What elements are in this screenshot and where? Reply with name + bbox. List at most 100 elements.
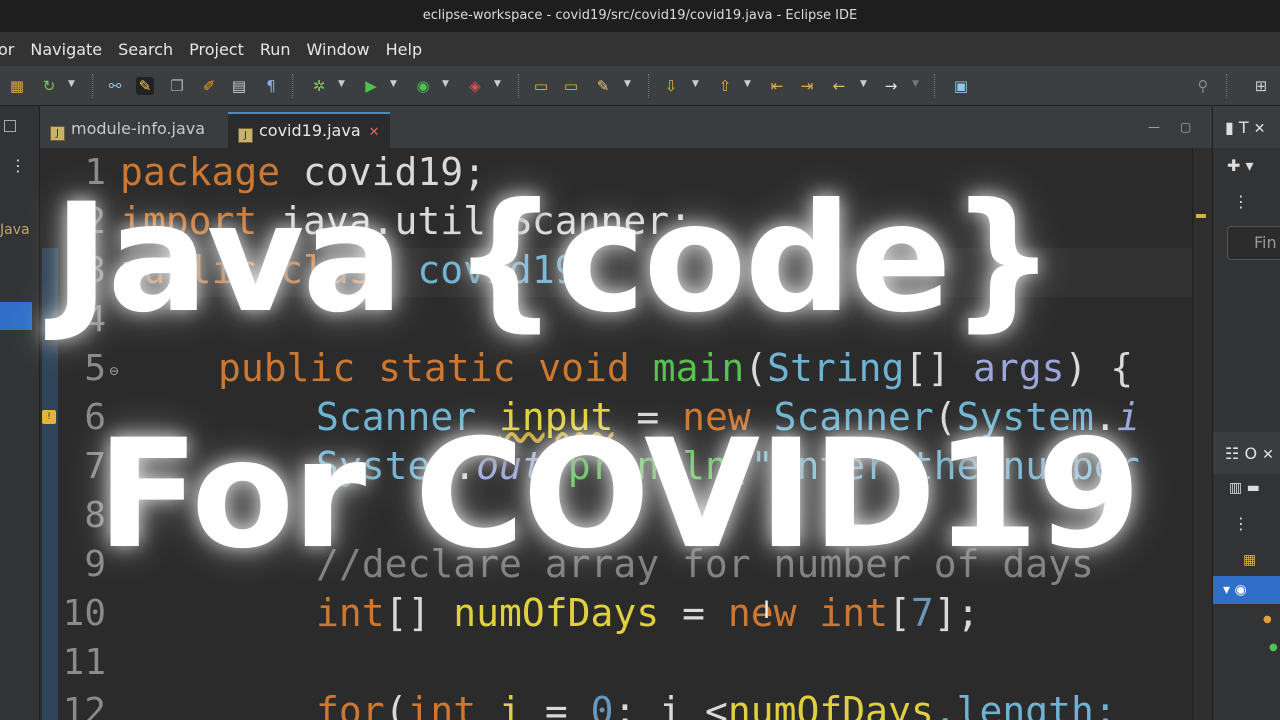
open-type-icon[interactable]: ▭ <box>562 77 580 95</box>
back-icon[interactable]: ← <box>830 77 848 95</box>
chevron-down-icon[interactable]: ▼ <box>68 79 75 89</box>
param-name: args <box>973 346 1065 390</box>
number-literal: 0 <box>590 689 614 720</box>
new-window-icon[interactable]: ▣ <box>952 77 970 95</box>
minimize-icon[interactable]: — <box>1148 120 1160 134</box>
forward-edit-icon[interactable]: ⇥ <box>798 77 816 95</box>
chevron-down-icon[interactable]: ▼ <box>744 79 751 89</box>
toolbar-separator <box>292 74 293 98</box>
grid-icon[interactable]: ▦ <box>8 77 26 95</box>
overlay-title-line1: Java {code} <box>53 172 1057 346</box>
brush-icon[interactable]: ✎ <box>594 77 612 95</box>
new-task-icon[interactable]: ✚ ▾ <box>1227 156 1254 175</box>
highlight-icon[interactable]: ✎ <box>136 77 154 95</box>
variable-name: i <box>476 689 522 720</box>
code-line-10: int[] numOfDays = new int[7]; <box>316 591 980 635</box>
maximize-icon[interactable]: ▢ <box>1180 120 1191 134</box>
menu-project[interactable]: Project <box>181 40 252 59</box>
prev-annotation-icon[interactable]: ⇧ <box>716 77 734 95</box>
task-list-header: ▮ T ✕ <box>1213 106 1280 148</box>
toolbar-separator <box>1226 74 1227 98</box>
menu-run[interactable]: Run <box>252 40 299 59</box>
menu-search[interactable]: Search <box>110 40 181 59</box>
toolbar-separator <box>648 74 649 98</box>
pilcrow-icon[interactable]: ¶ <box>262 77 280 95</box>
code-text: ( <box>384 689 408 720</box>
code-text: ( <box>744 346 768 390</box>
chevron-down-icon[interactable]: ▼ <box>860 79 867 89</box>
keyword: public static void <box>218 346 653 390</box>
panel-icon: ▮ <box>1225 118 1234 137</box>
close-icon[interactable]: ✕ <box>1262 447 1274 463</box>
page-icon[interactable]: ▤ <box>230 77 248 95</box>
next-annotation-icon[interactable]: ⇩ <box>662 77 680 95</box>
method-icon[interactable]: ● <box>1269 642 1278 653</box>
code-text: ; i < <box>613 689 728 720</box>
tab-covid19[interactable]: Jcovid19.java ✕ <box>228 112 390 148</box>
chevron-down-icon[interactable]: ▼ <box>338 79 345 89</box>
menu-help[interactable]: Help <box>378 40 430 59</box>
perspective-icon[interactable]: ⊞ <box>1252 77 1270 95</box>
code-text: [] <box>384 591 454 635</box>
window-title: eclipse-workspace - covid19/src/covid19/… <box>0 0 1280 32</box>
panel-label[interactable]: T <box>1239 118 1249 137</box>
tab-label: module-info.java <box>71 119 206 138</box>
edit-icon[interactable]: ✐ <box>200 77 218 95</box>
code-text: [ <box>887 591 911 635</box>
java-file-icon: J <box>238 128 253 143</box>
menu-editor[interactable]: or <box>0 40 22 59</box>
keyword: int <box>796 591 888 635</box>
code-line-5: public static void main(String[] args) { <box>218 346 1133 390</box>
method-name: main <box>652 346 745 390</box>
run-coverage-icon[interactable]: ◉ <box>414 77 432 95</box>
chevron-down-icon[interactable]: ▼ <box>624 79 631 89</box>
line-number: 5 <box>84 348 106 389</box>
code-text: [] <box>904 346 974 390</box>
tab-module-info[interactable]: Jmodule-info.java <box>40 112 215 148</box>
view-menu-icon[interactable]: ⋮ <box>1233 192 1249 211</box>
toolbar-separator <box>92 74 93 98</box>
tab-label: covid19.java <box>259 121 361 140</box>
keyword: for <box>316 689 385 720</box>
refresh-icon[interactable]: ↻ <box>40 77 58 95</box>
field-icon[interactable]: ● <box>1263 614 1272 625</box>
fold-marker-icon[interactable]: ⊖ <box>109 364 119 378</box>
chevron-down-icon[interactable]: ▼ <box>442 79 449 89</box>
keyword: int <box>407 689 477 720</box>
code-line-12: for(int i = 0; i <numOfDays.length; <box>316 689 1117 720</box>
code-text: = <box>659 591 728 635</box>
search-icon[interactable]: ⚲ <box>1194 77 1212 95</box>
open-folder-icon[interactable]: ▭ <box>532 77 550 95</box>
debug-icon[interactable]: ✲ <box>310 77 328 95</box>
warning-marker[interactable] <box>1196 214 1206 218</box>
chevron-down-icon[interactable]: ▼ <box>692 79 699 89</box>
close-icon[interactable]: ✕ <box>1254 121 1266 137</box>
stack-icon[interactable]: ❐ <box>168 77 186 95</box>
chevron-down-icon[interactable]: ▼ <box>912 79 919 89</box>
variable-name: numOfDays <box>727 689 934 720</box>
chevron-down-icon[interactable]: ▼ <box>390 79 397 89</box>
forward-icon[interactable]: → <box>882 77 900 95</box>
minimize-icon[interactable] <box>4 120 16 132</box>
java-file-icon: J <box>50 126 65 141</box>
menu-bar: or Navigate Search Project Run Window He… <box>0 32 1280 66</box>
type-name: String <box>767 346 905 390</box>
menu-navigate[interactable]: Navigate <box>22 40 110 59</box>
connect-icon[interactable]: ⚯ <box>106 77 124 95</box>
find-input[interactable]: Fin <box>1227 226 1280 260</box>
overlay-title-line2: For COVID19 <box>96 408 1141 582</box>
last-edit-icon[interactable]: ⇤ <box>768 77 786 95</box>
close-icon[interactable]: ✕ <box>369 125 380 140</box>
toolbar-separator <box>934 74 935 98</box>
chevron-down-icon[interactable]: ▼ <box>494 79 501 89</box>
class-icon: ▾ ◉ <box>1223 582 1247 598</box>
number-literal: 7 <box>910 591 934 635</box>
text-cursor-icon: I <box>763 596 771 624</box>
field-name: .length; <box>933 689 1117 720</box>
code-text: ) { <box>1064 346 1134 390</box>
code-text: = <box>521 689 591 720</box>
menu-window[interactable]: Window <box>299 40 378 59</box>
external-tools-icon[interactable]: ◈ <box>466 77 484 95</box>
run-icon[interactable]: ▶ <box>362 77 380 95</box>
code-text: ]; <box>933 591 980 635</box>
